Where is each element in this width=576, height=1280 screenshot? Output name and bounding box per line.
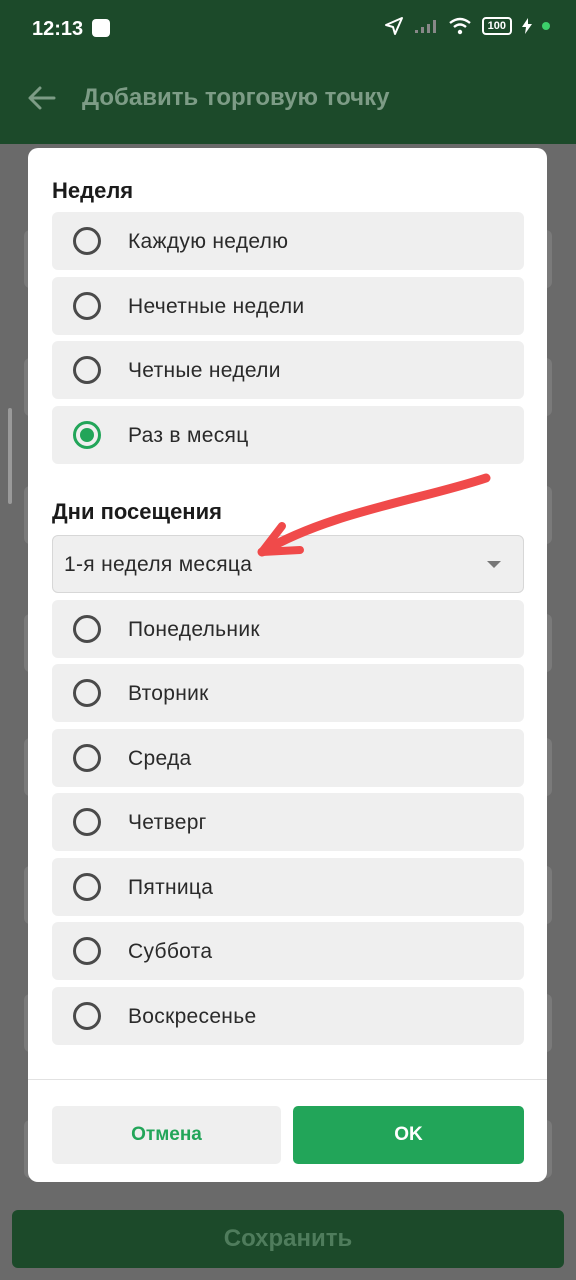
week-option-monthly[interactable]: Раз в месяц: [52, 406, 524, 464]
day-option-wednesday[interactable]: Среда: [52, 729, 524, 787]
battery-icon: 100: [481, 17, 512, 35]
page-title: Добавить торговую точку: [82, 84, 390, 111]
day-option-friday[interactable]: Пятница: [52, 858, 524, 916]
dropdown-caret-icon: [487, 561, 501, 568]
radio-unchecked-icon[interactable]: [73, 937, 101, 965]
back-arrow-icon[interactable]: [26, 82, 58, 114]
day-option-sunday[interactable]: Воскресенье: [52, 987, 524, 1045]
option-label: Воскресенье: [128, 1005, 257, 1028]
option-label: Суббота: [128, 940, 213, 963]
day-option-saturday[interactable]: Суббота: [52, 922, 524, 980]
option-label: Пятница: [128, 876, 214, 899]
location-arrow-icon: [384, 17, 403, 35]
day-option-monday[interactable]: Понедельник: [52, 600, 524, 658]
status-time: 12:13: [32, 18, 84, 40]
dialog-divider: [28, 1079, 547, 1080]
app-bar: Добавить торговую точку: [0, 58, 576, 144]
option-label: Нечетные недели: [128, 295, 305, 318]
radio-unchecked-icon[interactable]: [73, 744, 101, 772]
radio-unchecked-icon[interactable]: [73, 808, 101, 836]
radio-unchecked-icon[interactable]: [73, 227, 101, 255]
notification-icon: [92, 19, 110, 37]
radio-unchecked-icon[interactable]: [73, 679, 101, 707]
week-section-title: Неделя: [52, 178, 134, 203]
week-option-odd[interactable]: Нечетные недели: [52, 277, 524, 335]
radio-unchecked-icon[interactable]: [73, 615, 101, 643]
signal-icon: [414, 20, 436, 33]
option-label: Каждую неделю: [128, 230, 289, 253]
week-option-even[interactable]: Четные недели: [52, 341, 524, 399]
option-label: Раз в месяц: [128, 424, 249, 447]
scrollbar: [8, 408, 12, 504]
privacy-indicator-icon: [542, 22, 550, 30]
days-section-title: Дни посещения: [52, 499, 222, 524]
footer: Сохранить: [0, 1194, 576, 1280]
ok-button[interactable]: OK: [293, 1106, 524, 1164]
day-option-tuesday[interactable]: Вторник: [52, 664, 524, 722]
option-label: Вторник: [128, 682, 209, 705]
option-label: Четверг: [128, 811, 207, 834]
radio-unchecked-icon[interactable]: [73, 292, 101, 320]
status-icons: 100: [384, 16, 550, 36]
save-button[interactable]: Сохранить: [12, 1210, 564, 1268]
week-option-every[interactable]: Каждую неделю: [52, 212, 524, 270]
status-bar: 12:13 100: [0, 0, 576, 58]
visit-schedule-dialog: Неделя Каждую неделю Нечетные недели Чет…: [28, 148, 547, 1182]
option-label: Среда: [128, 747, 192, 770]
day-option-thursday[interactable]: Четверг: [52, 793, 524, 851]
wifi-icon: [448, 17, 471, 35]
radio-unchecked-icon[interactable]: [73, 1002, 101, 1030]
option-label: Понедельник: [128, 618, 260, 641]
radio-checked-icon[interactable]: [73, 421, 101, 449]
radio-unchecked-icon[interactable]: [73, 356, 101, 384]
cancel-button[interactable]: Отмена: [52, 1106, 281, 1164]
charging-bolt-icon: [522, 18, 532, 34]
radio-unchecked-icon[interactable]: [73, 873, 101, 901]
option-label: Четные недели: [128, 359, 281, 382]
dropdown-value: 1-я неделя месяца: [64, 553, 253, 576]
week-of-month-dropdown[interactable]: 1-я неделя месяца: [52, 535, 524, 593]
